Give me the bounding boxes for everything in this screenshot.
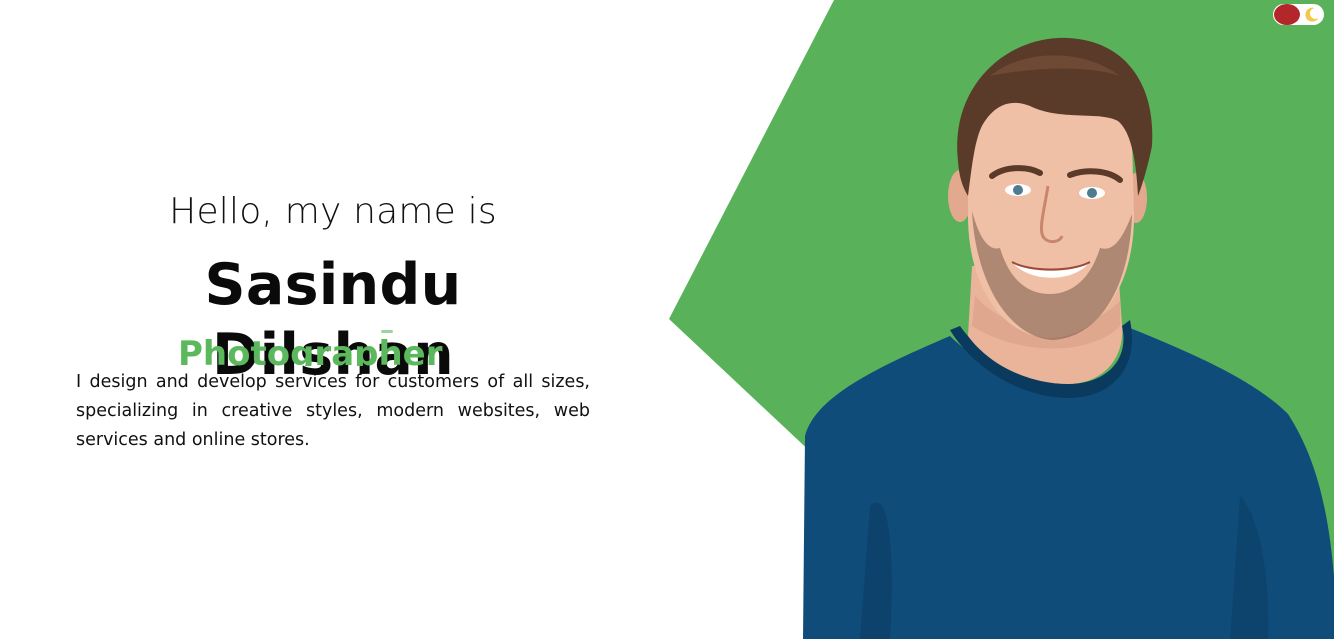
hero-page: Hello, my name is Sasindu Dilshan Photog… [0,0,1334,639]
profile-photo [803,37,1334,639]
typed-role-container: Photographer [178,330,478,366]
typed-role: Photographer [178,334,443,366]
greeting-text: Hello, my name is [169,191,497,232]
moon-icon [1305,7,1319,22]
theme-toggle[interactable] [1273,4,1324,25]
toggle-knob [1274,4,1300,25]
hero-description: I design and develop services for custom… [76,372,590,450]
intro-section: Hello, my name is Sasindu Dilshan Photog… [76,0,590,639]
